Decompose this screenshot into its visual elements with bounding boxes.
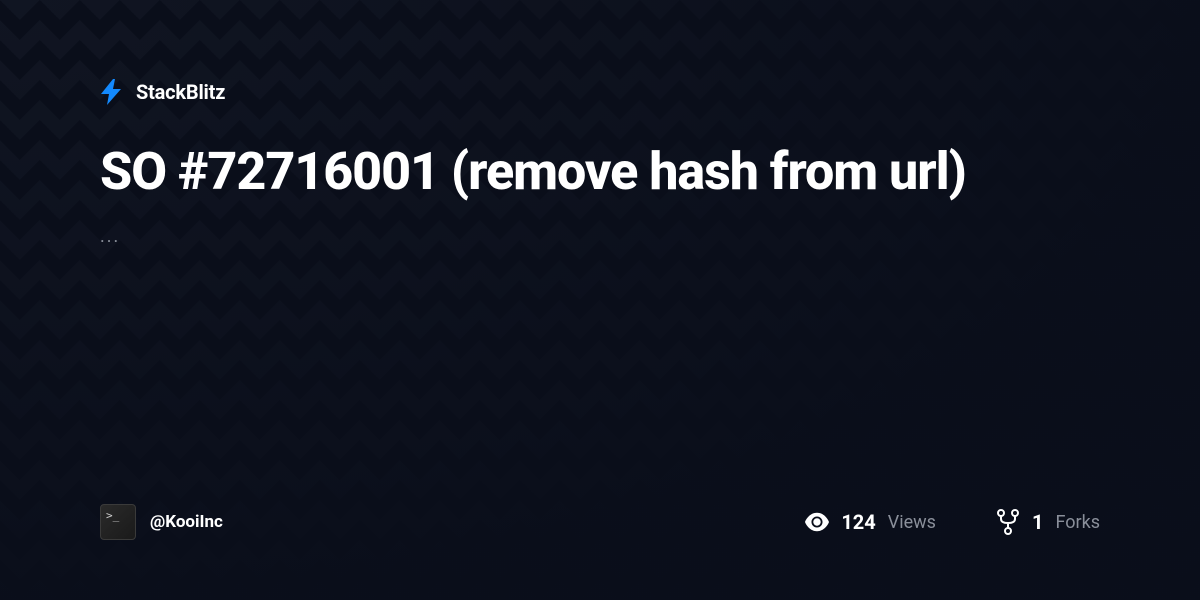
fork-icon xyxy=(996,510,1020,534)
brand-name: StackBlitz xyxy=(136,80,225,104)
views-stat: 124 Views xyxy=(805,510,936,534)
project-description: ... xyxy=(100,226,1100,247)
footer: @KooiInc 124 Views xyxy=(100,504,1100,540)
brand-logo[interactable]: StackBlitz xyxy=(100,80,1100,104)
main-container: StackBlitz SO #72716001 (remove hash fro… xyxy=(0,0,1200,600)
forks-stat: 1 Forks xyxy=(996,510,1100,534)
avatar xyxy=(100,504,136,540)
project-title: SO #72716001 (remove hash from url) xyxy=(100,142,1000,202)
forks-count: 1 xyxy=(1032,510,1043,534)
bolt-icon xyxy=(100,80,124,104)
author-username: @KooiInc xyxy=(150,512,223,532)
stats-container: 124 Views 1 Forks xyxy=(805,510,1100,534)
views-label: Views xyxy=(888,512,936,533)
forks-label: Forks xyxy=(1055,512,1100,533)
author-link[interactable]: @KooiInc xyxy=(100,504,223,540)
views-count: 124 xyxy=(841,510,875,534)
eye-icon xyxy=(805,510,829,534)
